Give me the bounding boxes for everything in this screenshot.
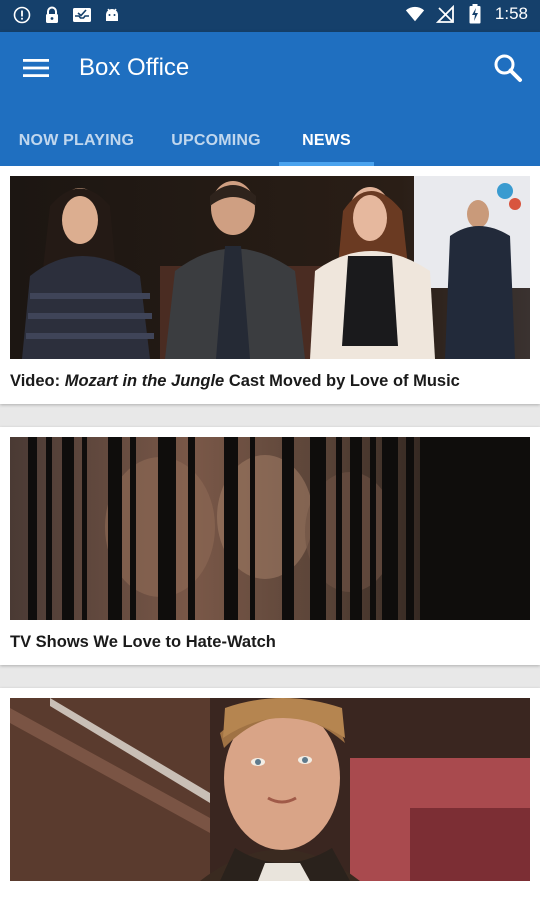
tab-upcoming[interactable]: UPCOMING: [153, 116, 279, 166]
news-feed[interactable]: Video: Mozart in the Jungle Cast Moved b…: [0, 166, 540, 897]
news-card[interactable]: TV Shows We Love to Hate-Watch: [0, 427, 540, 665]
status-bar: 1:58: [0, 0, 540, 32]
wifi-icon: [405, 4, 425, 24]
android-icon: [102, 5, 122, 25]
tab-now-playing[interactable]: NOW PLAYING: [0, 116, 153, 166]
title-prefix: TV Shows We Love to Hate-Watch: [10, 633, 276, 651]
news-card-image: [10, 698, 530, 881]
search-button[interactable]: [490, 50, 526, 86]
tab-news[interactable]: NEWS: [279, 116, 374, 166]
news-card-image: [10, 437, 530, 620]
lock-icon: [42, 5, 62, 25]
title-suffix: Cast Moved by Love of Music: [224, 372, 460, 390]
news-card[interactable]: [0, 688, 540, 897]
no-signal-icon: [435, 4, 455, 24]
news-card-image: [10, 176, 530, 359]
news-card[interactable]: Video: Mozart in the Jungle Cast Moved b…: [0, 166, 540, 404]
app-bar: Box Office NOW PLAYING UPCOMING NEWS: [0, 32, 540, 166]
page-title: Box Office: [79, 54, 190, 81]
status-system: 1:58: [405, 4, 528, 24]
title-prefix: Video:: [10, 372, 65, 390]
status-notifications: [12, 5, 122, 25]
title-italic: Mozart in the Jungle: [64, 372, 225, 390]
news-card-title: Video: Mozart in the Jungle Cast Moved b…: [10, 372, 460, 391]
battery-charging-icon: [465, 4, 485, 24]
tab-bar: NOW PLAYING UPCOMING NEWS: [0, 116, 540, 166]
inbox-icon: [72, 5, 92, 25]
hamburger-menu-icon: [23, 59, 49, 77]
search-icon: [494, 54, 522, 82]
menu-button[interactable]: [20, 52, 52, 84]
news-card-title: TV Shows We Love to Hate-Watch: [10, 633, 276, 652]
status-time: 1:58: [494, 4, 528, 23]
alert-icon: [12, 5, 32, 25]
